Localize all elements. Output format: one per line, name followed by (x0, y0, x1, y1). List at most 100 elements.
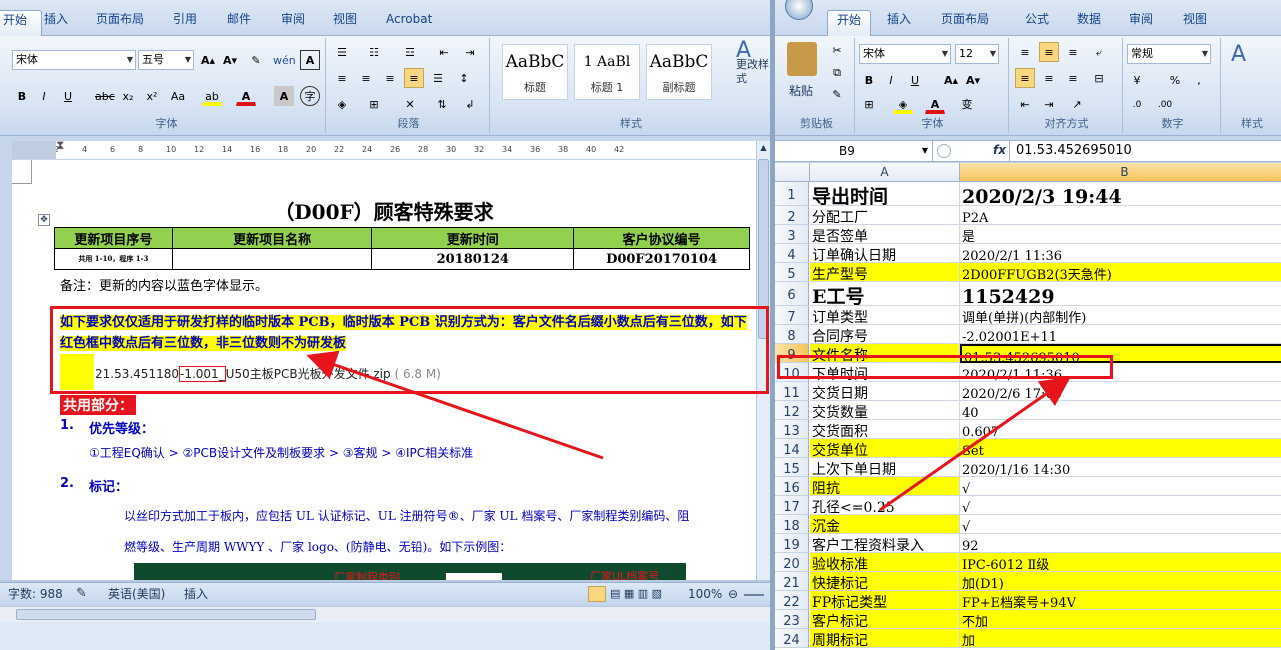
cell-value[interactable]: 不加 (960, 610, 1281, 629)
number-format-combo[interactable]: 常规 ▼ (1127, 44, 1211, 64)
word-tab-view[interactable]: 视图 (327, 10, 363, 36)
paste-icon[interactable] (787, 42, 817, 76)
proofing-icon[interactable]: ✎ (76, 583, 87, 605)
bold-icon[interactable]: B (12, 86, 32, 106)
cell-value[interactable]: 0.607 (960, 420, 1281, 439)
strikethrough-icon[interactable]: abc (94, 86, 115, 106)
superscript-icon[interactable]: x² (142, 86, 162, 106)
style-subtitle[interactable]: AaBbC 副标题 (646, 44, 712, 100)
clear-format-icon[interactable]: ✎ (246, 50, 266, 70)
font-size-combo[interactable]: 五号 ▼ (138, 50, 194, 70)
row-header[interactable]: 24 (775, 629, 809, 648)
excel-font-combo[interactable]: 宋体 ▼ (859, 44, 951, 64)
cell-value[interactable]: 调单(单拼)(内部制作) (960, 306, 1281, 325)
horizontal-ruler[interactable]: 224681012141618202224262830323436384042 … (12, 139, 756, 159)
zoom-slider[interactable] (744, 594, 764, 596)
excel-tab-insert[interactable]: 插入 (881, 10, 917, 36)
underline-icon[interactable]: U (58, 86, 78, 106)
word-horizontal-scrollbar[interactable] (0, 606, 770, 622)
enclose-char-icon[interactable]: 字 (300, 86, 320, 106)
scroll-thumb[interactable] (758, 159, 769, 339)
decrease-indent-icon[interactable]: ⇤ (1015, 94, 1035, 114)
wrap-text-icon[interactable]: ⤶ (1089, 42, 1109, 62)
row-header[interactable]: 16 (775, 477, 809, 496)
cell-label[interactable]: 生产型号 (810, 263, 960, 282)
chevron-down-icon[interactable]: ▼ (942, 45, 948, 63)
currency-icon[interactable]: ¥ (1127, 70, 1147, 90)
multilevel-list-icon[interactable]: ☲ (400, 42, 420, 62)
row-header[interactable]: 14 (775, 439, 809, 458)
formula-bar-grip-icon[interactable] (937, 144, 951, 158)
word-tab-layout[interactable]: 页面布局 (90, 10, 150, 36)
cell-label[interactable]: 是否签单 (810, 225, 960, 244)
spreadsheet-grid[interactable]: A B 1 导出时间 2020/2/3 19:44 2 分配工厂 P2A 3 是否签单是 4 订单… (775, 163, 1281, 650)
chevron-down-icon[interactable]: ▼ (1202, 45, 1208, 63)
table-cell[interactable] (171, 248, 373, 270)
word-tab-insert[interactable]: 插入 (38, 10, 74, 36)
cell-value[interactable]: P2A (960, 206, 1281, 225)
row-header[interactable]: 21 (775, 572, 809, 591)
excel-align-left-icon[interactable]: ≡ (1015, 68, 1035, 88)
row-header[interactable]: 5 (775, 263, 809, 282)
cell-value[interactable]: 1152429 (960, 282, 1281, 306)
hscroll-thumb[interactable] (16, 609, 316, 620)
decrease-indent-icon[interactable]: ⇤ (434, 42, 454, 62)
decrease-decimal-icon[interactable]: .00 (1155, 94, 1175, 114)
language-status[interactable]: 英语(美国) (108, 583, 165, 605)
word-tab-review[interactable]: 审阅 (275, 10, 311, 36)
cell-label[interactable]: 交货面积 (810, 420, 960, 439)
excel-bold-icon[interactable]: B (859, 70, 879, 90)
cell-value[interactable]: 2D00FFUGB2(3天急件) (960, 263, 1281, 282)
increase-indent-icon[interactable]: ⇥ (460, 42, 480, 62)
formula-input[interactable]: 01.53.452695010 (1009, 141, 1281, 161)
row-header[interactable]: 9 (775, 344, 809, 363)
grow-font-icon[interactable]: A▴ (198, 50, 218, 70)
word-count[interactable]: 字数: 988 (8, 583, 63, 605)
excel-font-color-icon[interactable]: A (925, 94, 945, 114)
excel-tab-layout[interactable]: 页面布局 (935, 10, 995, 36)
excel-tab-review[interactable]: 审阅 (1123, 10, 1159, 36)
cell-label[interactable]: E工号 (810, 282, 960, 306)
cell-value[interactable]: -2.02001E+11 (960, 325, 1281, 344)
row-header[interactable]: 3 (775, 225, 809, 244)
table-cell[interactable]: 20180124 (371, 248, 575, 270)
excel-grow-font-icon[interactable]: A▴ (941, 70, 961, 90)
table-move-icon[interactable]: ✥ (38, 214, 50, 226)
align-left-icon[interactable]: ≡ (332, 68, 352, 88)
row-header[interactable]: 23 (775, 610, 809, 629)
print-layout-icon[interactable] (588, 586, 606, 602)
change-case-icon[interactable]: Aa (168, 86, 188, 106)
cell-value[interactable]: 40 (960, 401, 1281, 420)
font-name-combo[interactable]: 宋体 ▼ (12, 50, 136, 70)
increase-decimal-icon[interactable]: .0 (1127, 94, 1147, 114)
view-buttons[interactable]: ▤ ▦ ▥ ▧ (610, 583, 662, 605)
row-header[interactable]: 13 (775, 420, 809, 439)
cell-value[interactable]: 2020/1/16 14:30 (960, 458, 1281, 477)
excel-styles-icon[interactable]: A (1231, 42, 1246, 67)
format-painter-icon[interactable]: ✎ (827, 84, 847, 104)
shrink-font-icon[interactable]: A▾ (220, 50, 240, 70)
cell-value[interactable]: √ (960, 496, 1281, 515)
highlight-icon[interactable]: ab (202, 86, 222, 106)
paste-label[interactable]: 粘贴 (789, 82, 813, 99)
align-top-icon[interactable]: ≡ (1015, 42, 1035, 62)
row-header[interactable]: 22 (775, 591, 809, 610)
row-header[interactable]: 2 (775, 206, 809, 225)
scroll-up-icon[interactable]: ▲ (758, 143, 769, 155)
cell-label[interactable]: 上次下单日期 (810, 458, 960, 477)
subscript-icon[interactable]: x₂ (118, 86, 138, 106)
style-heading1[interactable]: 1 AaBl 标题 1 (574, 44, 640, 100)
font-color-icon[interactable]: A (236, 86, 256, 106)
table-cell[interactable]: D00F20170104 (573, 248, 750, 270)
excel-borders-icon[interactable]: ⊞ (859, 94, 879, 114)
cell-value[interactable]: √ (960, 477, 1281, 496)
merge-icon[interactable]: ⊟ (1089, 68, 1109, 88)
insert-mode[interactable]: 插入 (184, 583, 208, 605)
cell-label[interactable]: 客户工程资料录入 (810, 534, 960, 553)
excel-underline-icon[interactable]: U (905, 70, 925, 90)
cell-label[interactable]: 验收标准 (810, 553, 960, 572)
cell-value[interactable]: 加 (960, 629, 1281, 648)
excel-italic-icon[interactable]: I (881, 70, 901, 90)
cell-value[interactable]: √ (960, 515, 1281, 534)
row-header[interactable]: 15 (775, 458, 809, 477)
